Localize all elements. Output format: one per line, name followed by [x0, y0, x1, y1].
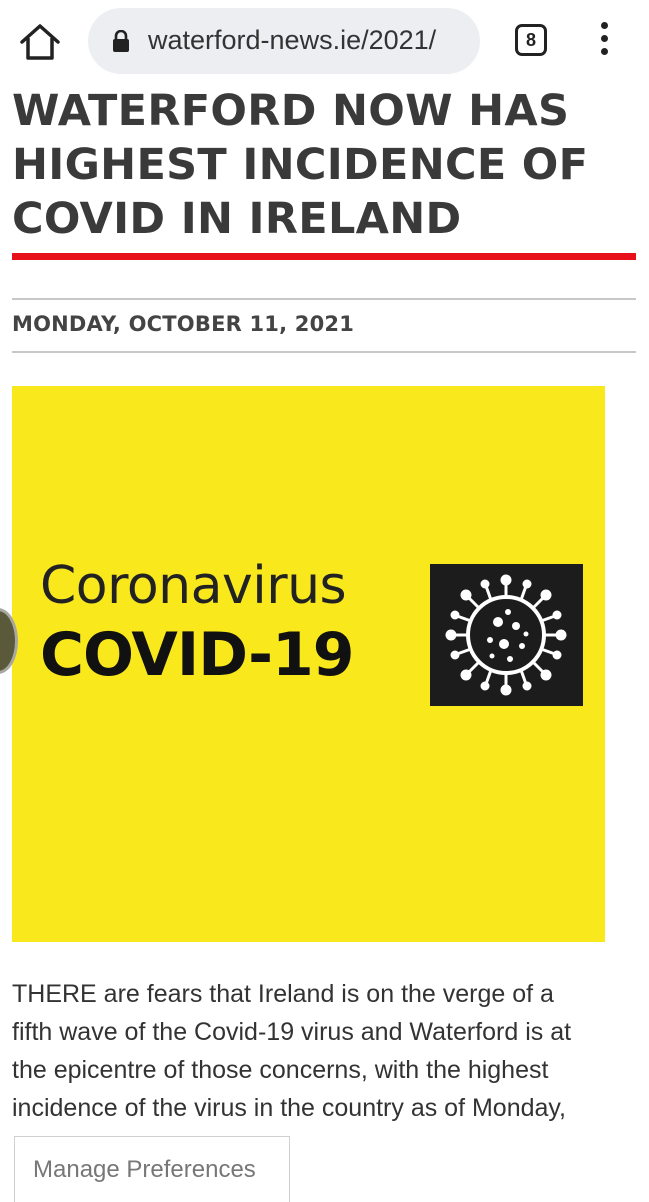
headline-accent-rule [12, 253, 636, 260]
lock-icon [112, 29, 130, 52]
article-hero-image: Coronavirus COVID-19 [12, 386, 605, 942]
more-menu-icon[interactable] [596, 22, 612, 62]
headline-line: WATERFORD NOW HAS [12, 86, 570, 136]
tab-switcher-button[interactable]: 8 [515, 24, 547, 56]
body-line: THERE are fears that Ireland is on the v… [12, 980, 554, 1008]
url-text: waterford-news.ie/2021/ [148, 25, 437, 55]
headline-line: HIGHEST INCIDENCE OF [12, 140, 589, 190]
virus-icon [430, 564, 583, 706]
manage-preferences-button[interactable]: Manage Preferences [14, 1136, 290, 1202]
divider [12, 351, 636, 353]
divider [12, 298, 636, 300]
home-icon[interactable] [18, 22, 62, 62]
body-line: fifth wave of the Covid-19 virus and Wat… [12, 1018, 572, 1046]
article-date: MONDAY, OCTOBER 11, 2021 [12, 312, 355, 336]
hero-title-covid: COVID-19 [40, 620, 355, 690]
article-headline: WATERFORD NOW HAS HIGHEST INCIDENCE OF C… [12, 84, 642, 246]
hero-title-coronavirus: Coronavirus [40, 556, 347, 616]
body-line: incidence of the virus in the country as… [12, 1094, 567, 1122]
article-body: THERE are fears that Ireland is on the v… [12, 975, 642, 1127]
headline-line: COVID IN IRELAND [12, 194, 462, 244]
browser-toolbar: waterford-news.ie/2021/ 8 [0, 0, 649, 86]
body-line: the epicentre of those concerns, with th… [12, 1056, 549, 1084]
address-bar[interactable]: waterford-news.ie/2021/ [88, 8, 480, 74]
